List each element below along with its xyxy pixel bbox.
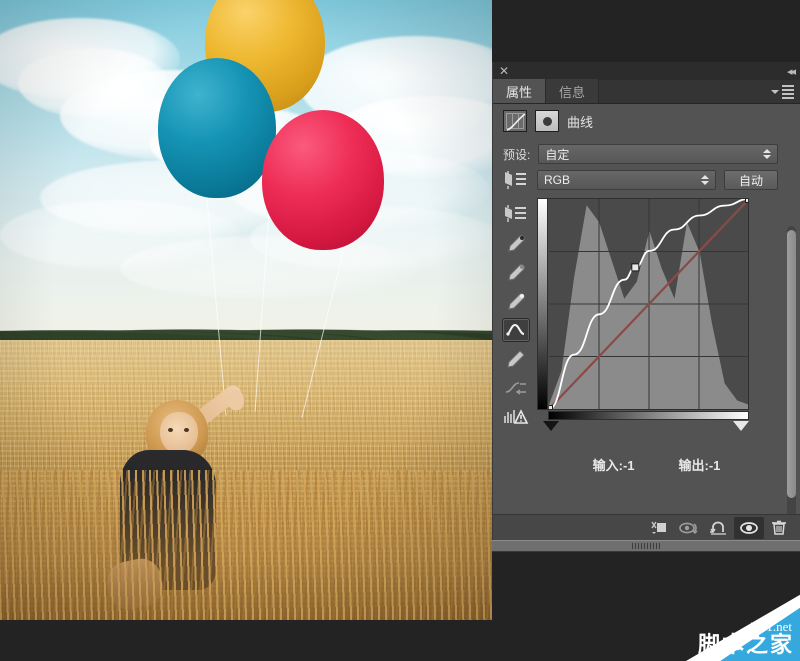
mask-dot-icon (543, 117, 552, 126)
panel-tab-strip: 属性 信息 (493, 80, 800, 104)
grip-dots-icon (632, 543, 660, 549)
curves-adjustment-icon[interactable] (503, 110, 527, 132)
gray-point-eyedropper-icon[interactable] (502, 260, 530, 284)
chevron-down-icon (771, 90, 779, 94)
tab-info-label: 信息 (559, 82, 585, 101)
channel-row: RGB 自动 (493, 168, 800, 194)
auto-button[interactable]: 自动 (724, 170, 778, 190)
tab-info[interactable]: 信息 (546, 79, 599, 103)
toggle-previous-state-icon[interactable] (674, 517, 704, 539)
black-point-eyedropper-icon[interactable] (502, 231, 530, 255)
foreground-wheat (0, 470, 492, 620)
close-icon[interactable]: ✕ (499, 65, 509, 77)
preset-label: 预设: (503, 146, 530, 163)
properties-panel: ✕ ◂◂ 属性 信息 曲线 (492, 62, 800, 540)
panel-footer (493, 514, 800, 540)
smooth-curve-icon[interactable] (502, 376, 530, 400)
panel-body: 预设: 自定 RGB (493, 138, 800, 540)
curve-area (493, 194, 800, 429)
tab-properties-label: 属性 (506, 82, 532, 101)
output-gradient-bar (538, 199, 548, 409)
girl-face (160, 412, 198, 454)
girl-eye (168, 428, 173, 432)
curve-graph-wrapper (537, 198, 749, 429)
output-readout: 输出:-1 (679, 455, 721, 474)
input-gradient-row (537, 411, 749, 422)
tab-properties[interactable]: 属性 (493, 79, 546, 103)
cloud (120, 236, 420, 300)
channel-select[interactable]: RGB (537, 170, 716, 190)
auto-button-label: 自动 (739, 172, 763, 189)
girl-eye (184, 428, 189, 432)
balloon-teal (158, 58, 276, 198)
preset-select[interactable]: 自定 (538, 144, 778, 164)
preset-value: 自定 (545, 146, 569, 163)
balloon-red (262, 110, 384, 250)
curve-control-point[interactable] (746, 199, 749, 203)
channel-value: RGB (544, 173, 570, 187)
panel-titlebar[interactable]: ✕ ◂◂ (493, 62, 800, 80)
white-point-eyedropper-icon[interactable] (502, 289, 530, 313)
curve-edit-point-icon[interactable] (502, 318, 530, 342)
scrollbar-thumb[interactable] (787, 230, 796, 498)
panel-resize-grip[interactable] (492, 540, 800, 552)
histogram-warning-icon[interactable] (502, 405, 530, 429)
readout-row: 输入:-1 输出:-1 (493, 455, 800, 474)
delete-adjustment-layer-icon[interactable] (764, 517, 794, 539)
clip-to-layer-icon[interactable] (644, 517, 674, 539)
watermark: jb51.net 脚本之家 (610, 589, 800, 661)
input-gradient-bar (548, 411, 749, 420)
pencil-draw-curve-icon[interactable] (502, 347, 530, 371)
input-readout: 输入:-1 (593, 455, 635, 474)
panel-menu-icon[interactable] (771, 85, 794, 99)
photoshop-screen: ✕ ◂◂ 属性 信息 曲线 (0, 0, 800, 661)
layer-mask-thumbnail[interactable] (535, 110, 559, 132)
on-image-adjustment-icon[interactable] (502, 202, 530, 226)
panel-vertical-scrollbar[interactable] (787, 226, 796, 526)
field-haze (0, 340, 492, 460)
image-canvas[interactable] (0, 0, 492, 620)
curve-control-point[interactable] (632, 264, 639, 271)
toggle-layer-visibility-icon[interactable] (734, 517, 764, 539)
preset-row: 预设: 自定 (493, 138, 800, 168)
curve-graph[interactable] (537, 198, 749, 410)
watermark-site-name: 脚本之家 (698, 627, 794, 659)
white-point-slider[interactable] (733, 421, 749, 431)
on-image-adjust-icon[interactable] (503, 170, 529, 190)
adjustment-title: 曲线 (567, 112, 593, 131)
curve-svg[interactable] (549, 199, 748, 409)
adjustment-header: 曲线 (493, 104, 800, 138)
reset-adjustment-icon[interactable] (704, 517, 734, 539)
curve-tool-column (499, 198, 533, 429)
updown-arrows-icon (763, 149, 771, 159)
hamburger-icon (782, 85, 794, 99)
updown-arrows-icon (701, 175, 709, 185)
curve-plot[interactable] (549, 199, 748, 409)
black-point-slider[interactable] (543, 421, 559, 431)
girl-hand (228, 390, 244, 410)
double-chevron-left-icon[interactable]: ◂◂ (787, 65, 794, 78)
curve-control-point[interactable] (549, 406, 553, 410)
